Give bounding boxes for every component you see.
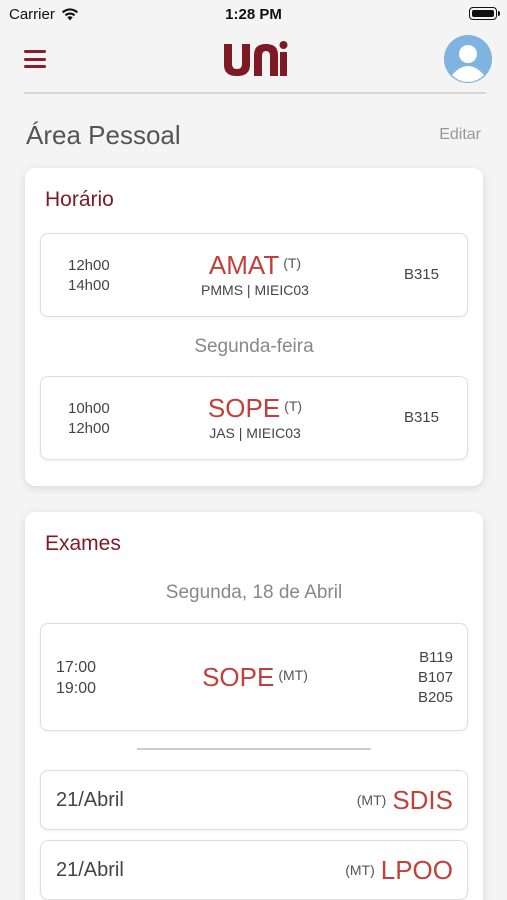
exam-subject: SOPE <box>202 662 275 692</box>
exam-row-type: (MT) <box>356 792 387 808</box>
exam-info: SOPE (MT) <box>41 662 469 693</box>
hamburger-icon[interactable] <box>24 50 46 68</box>
exams-card: Exames Segunda, 18 de Abril 17:00 19:00 … <box>25 512 483 900</box>
exam-type: (MT) <box>278 667 308 683</box>
exam-row-subject: LPOO <box>380 855 453 885</box>
clock: 1:28 PM <box>225 6 282 23</box>
exams-divider <box>137 748 371 750</box>
exam-room: B107 <box>417 669 453 686</box>
exam-rooms: B119 B107 B205 <box>418 648 453 708</box>
class-subject: AMAT <box>208 250 280 280</box>
exam-row-info: (MT) LPOO <box>345 855 453 886</box>
page-title: Área Pessoal <box>26 120 181 150</box>
class-type: (T) <box>284 398 303 414</box>
day-label: Segunda-feira <box>194 336 314 357</box>
exam-row-date: 21/Abril <box>56 859 124 881</box>
edit-button[interactable]: Editar <box>439 126 481 144</box>
battery-icon <box>469 7 500 20</box>
exam-room: B119 <box>419 649 453 666</box>
class-item[interactable]: 10h00 12h00 SOPE (T) JAS | MIEIC03 B315 <box>40 376 468 460</box>
app-header <box>0 30 507 92</box>
exam-row-date: 21/Abril <box>56 789 124 811</box>
app-logo <box>222 38 288 87</box>
exam-row-type: (MT) <box>345 862 375 878</box>
user-avatar-icon[interactable] <box>444 35 492 83</box>
exam-row-info: (MT) SDIS <box>357 785 453 816</box>
class-room: B315 <box>403 266 439 283</box>
header-divider <box>24 92 486 94</box>
class-type: (T) <box>283 255 302 271</box>
class-item[interactable]: 12h00 14h00 AMAT (T) PMMS | MIEIC03 B315 <box>40 233 468 317</box>
exams-title: Exames <box>45 532 121 555</box>
schedule-card: Horário 12h00 14h00 AMAT (T) PMMS | MIEIC… <box>25 168 483 486</box>
exam-row[interactable]: 21/Abril (MT) SDIS <box>40 770 468 830</box>
exam-room: B205 <box>417 689 453 706</box>
class-room: B315 <box>403 409 439 426</box>
exam-item-featured[interactable]: 17:00 19:00 SOPE (MT) B119 B107 B205 <box>40 623 468 731</box>
uni-logo-icon <box>224 41 288 76</box>
schedule-title: Horário <box>45 188 114 211</box>
status-bar: Carrier 1:28 PM <box>0 0 507 30</box>
exam-row-subject: SDIS <box>392 785 453 815</box>
exam-row[interactable]: 21/Abril (MT) LPOO <box>40 840 468 900</box>
exam-date-heading: Segunda, 18 de Abril <box>165 582 343 603</box>
class-subject: SOPE <box>207 393 281 423</box>
